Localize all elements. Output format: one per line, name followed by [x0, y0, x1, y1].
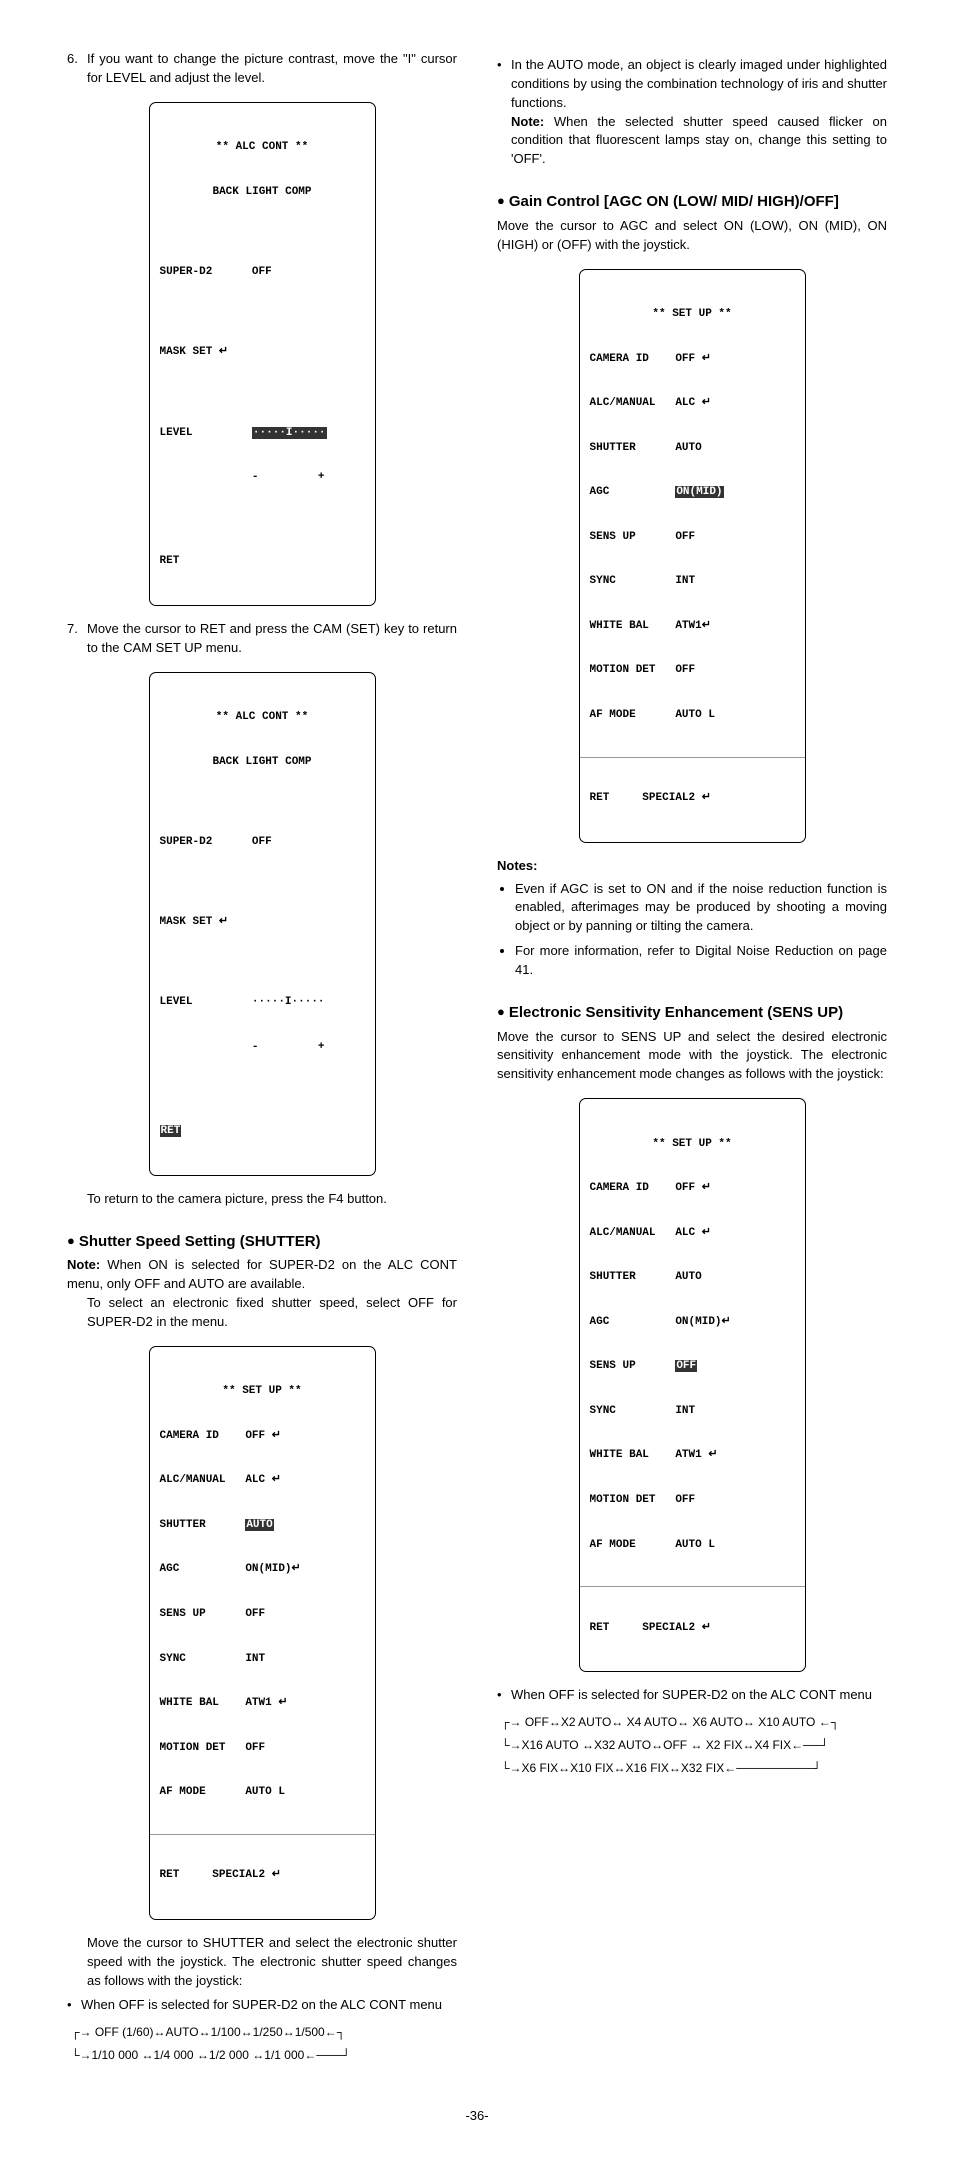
auto-mode-bullet: • In the AUTO mode, an object is clearly…	[497, 56, 887, 169]
bullet-super-d2-off: •When OFF is selected for SUPER-D2 on th…	[67, 1996, 457, 2015]
menu-row: SENS UP OFF	[590, 1359, 795, 1374]
menu-row: ALC/MANUAL ALC ↵	[160, 1473, 365, 1488]
step-text: Move the cursor to RET and press the CAM…	[87, 620, 457, 658]
right-column: • In the AUTO mode, an object is clearly…	[497, 50, 887, 2077]
menu-row: MOTION DET OFF	[590, 663, 795, 678]
menu-row: SENS UP OFF	[590, 530, 795, 545]
shutter-flow: ┌→ OFF (1/60)↔AUTO↔1/100↔1/250↔1/500←┐ └…	[71, 2021, 457, 2067]
shutter-note-2: To select an electronic fixed shutter sp…	[87, 1294, 457, 1332]
return-text: To return to the camera picture, press t…	[87, 1190, 457, 1209]
menu-row: SHUTTER AUTO	[160, 1518, 365, 1533]
sens-flow: ┌→ OFF↔X2 AUTO↔ X4 AUTO↔ X6 AUTO↔ X10 AU…	[501, 1711, 887, 1779]
left-column: 6. If you want to change the picture con…	[67, 50, 457, 2077]
menu-row: WHITE BAL ATW1↵	[590, 619, 795, 634]
menu-row: SHUTTER AUTO	[590, 441, 795, 456]
menu-row: CAMERA ID OFF ↵	[590, 1181, 795, 1196]
sens-text: Move the cursor to SENS UP and select th…	[497, 1028, 887, 1085]
heading-shutter: Shutter Speed Setting (SHUTTER)	[67, 1231, 457, 1253]
notes-list: Even if AGC is set to ON and if the nois…	[497, 880, 887, 980]
step-number: 6.	[67, 50, 87, 88]
menu-row: CAMERA ID OFF ↵	[590, 352, 795, 367]
step-7: 7. Move the cursor to RET and press the …	[67, 620, 457, 658]
menu-row: MOTION DET OFF	[590, 1493, 795, 1508]
menu-row: ALC/MANUAL ALC ↵	[590, 396, 795, 411]
menu-alc-cont-1: ** ALC CONT ** BACK LIGHT COMP SUPER-D2 …	[149, 102, 376, 606]
menu-setup-agc: ** SET UP ** CAMERA ID OFF ↵ ALC/MANUAL …	[579, 269, 806, 843]
shutter-move-text: Move the cursor to SHUTTER and select th…	[87, 1934, 457, 1991]
menu-row: CAMERA ID OFF ↵	[160, 1429, 365, 1444]
note-item: Even if AGC is set to ON and if the nois…	[515, 880, 887, 937]
menu-row: SYNC INT	[590, 1404, 795, 1419]
menu-row: WHITE BAL ATW1 ↵	[160, 1696, 365, 1711]
heading-gain: Gain Control [AGC ON (LOW/ MID/ HIGH)/OF…	[497, 191, 887, 213]
step-number: 7.	[67, 620, 87, 658]
menu-row: SYNC INT	[160, 1652, 365, 1667]
menu-alc-cont-2: ** ALC CONT ** BACK LIGHT COMP SUPER-D2 …	[149, 672, 376, 1176]
step-text: If you want to change the picture contra…	[87, 50, 457, 88]
menu-row: AGC ON(MID)↵	[590, 1315, 795, 1330]
gain-text: Move the cursor to AGC and select ON (LO…	[497, 217, 887, 255]
menu-row: SHUTTER AUTO	[590, 1270, 795, 1285]
menu-row: WHITE BAL ATW1 ↵	[590, 1448, 795, 1463]
menu-row: MOTION DET OFF	[160, 1741, 365, 1756]
menu-row: AGC ON(MID)	[590, 485, 795, 500]
bullet-sens-off: •When OFF is selected for SUPER-D2 on th…	[497, 1686, 887, 1705]
menu-row: AF MODE AUTO L	[590, 708, 795, 723]
heading-sens-up: Electronic Sensitivity Enhancement (SENS…	[497, 1002, 887, 1024]
menu-row: SYNC INT	[590, 574, 795, 589]
menu-row: SENS UP OFF	[160, 1607, 365, 1622]
shutter-note: Note: When ON is selected for SUPER-D2 o…	[67, 1256, 457, 1294]
notes-heading: Notes:	[497, 857, 887, 876]
menu-row: AGC ON(MID)↵	[160, 1562, 365, 1577]
page-number: -36-	[60, 2107, 894, 2126]
menu-row: AF MODE AUTO L	[590, 1538, 795, 1553]
menu-row: AF MODE AUTO L	[160, 1785, 365, 1800]
note-label: Note:	[511, 114, 554, 129]
step-6: 6. If you want to change the picture con…	[67, 50, 457, 88]
menu-setup-shutter: ** SET UP ** CAMERA ID OFF ↵ ALC/MANUAL …	[149, 1346, 376, 1920]
menu-row: ALC/MANUAL ALC ↵	[590, 1226, 795, 1241]
note-item: For more information, refer to Digital N…	[515, 942, 887, 980]
note-label: Note:	[67, 1257, 107, 1272]
menu-setup-sensup: ** SET UP ** CAMERA ID OFF ↵ ALC/MANUAL …	[579, 1098, 806, 1672]
